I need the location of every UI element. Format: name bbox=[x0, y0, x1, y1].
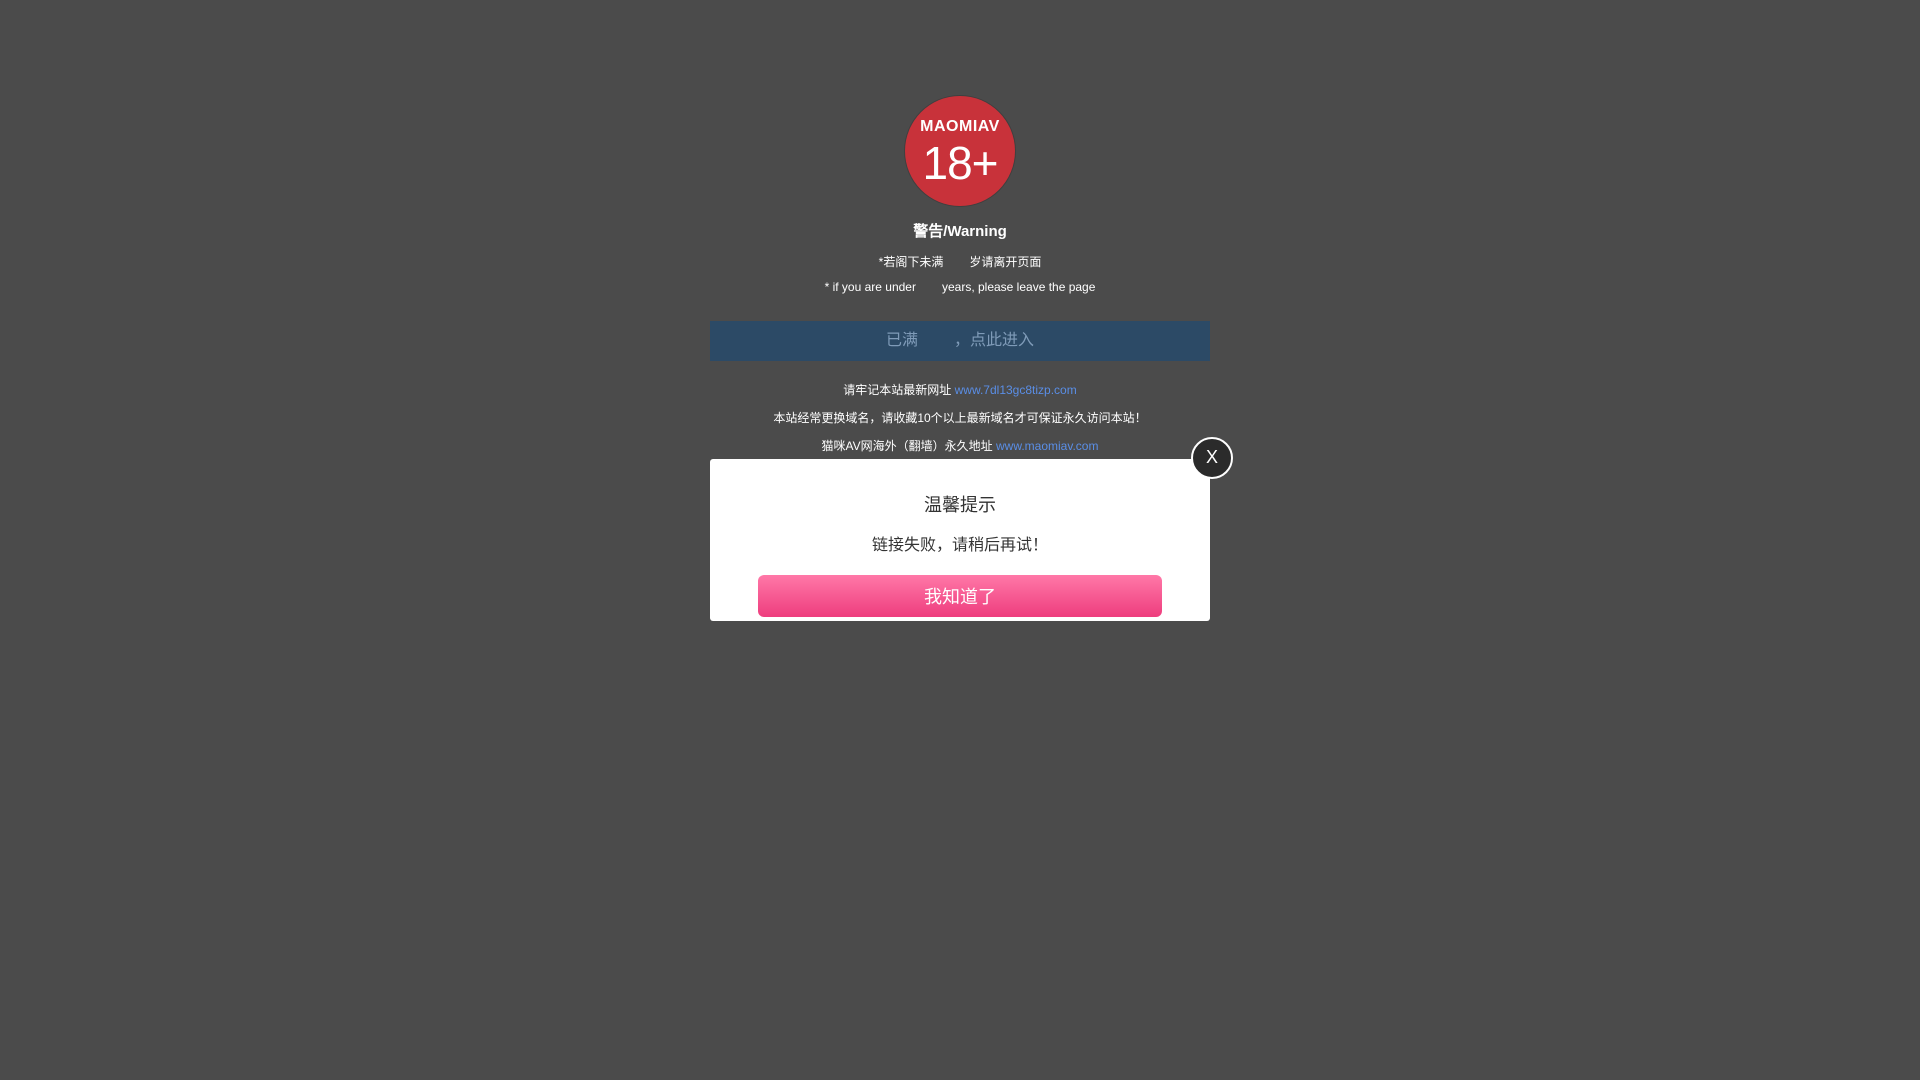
dialog-title: 温馨提示 bbox=[924, 495, 996, 515]
warning-zh-part2: 岁请离开页面 bbox=[969, 255, 1042, 269]
enter-label-part2: ，点此进入 bbox=[954, 332, 1035, 349]
latest-url-line: 请牢记本站最新网址 www.7dl13gc8tizp.com bbox=[710, 381, 1210, 398]
warning-text-zh: *若阁下未满 岁请离开页面 bbox=[710, 253, 1210, 270]
enter-site-button[interactable]: 已满 ，点此进入 bbox=[710, 321, 1210, 361]
enter-label-part1: 已满 bbox=[885, 332, 918, 349]
permanent-url-line: 猫咪AV网海外（翻墙）永久地址 www.maomiav.com bbox=[710, 437, 1210, 454]
latest-url-label: 请牢记本站最新网址 bbox=[843, 383, 952, 397]
logo-brand-text: MAOMIAV bbox=[920, 118, 1000, 135]
warning-zh-part1: *若阁下未满 bbox=[878, 255, 944, 269]
dialog-ok-button[interactable]: 我知道了 bbox=[758, 575, 1162, 617]
dialog-message: 链接失败，请稍后再试！ bbox=[871, 537, 1048, 554]
warning-text-en: * if you are under years, please leave th… bbox=[710, 280, 1210, 294]
dialog-close-button[interactable]: X bbox=[1191, 437, 1233, 479]
latest-url-link[interactable]: www.7dl13gc8tizp.com bbox=[955, 383, 1077, 397]
age-warning-panel: MAOMIAV 18+ 警告/Warning *若阁下未满 岁请离开页面 * if… bbox=[710, 96, 1210, 454]
warning-title: 警告/Warning bbox=[913, 223, 1007, 240]
alert-dialog: 温馨提示 链接失败，请稍后再试！ 我知道了 bbox=[710, 459, 1210, 621]
permanent-url-label: 猫咪AV网海外（翻墙）永久地址 bbox=[821, 439, 993, 453]
warning-en-part1: * if you are under bbox=[824, 280, 916, 294]
warning-en-part2: years, please leave the page bbox=[941, 280, 1096, 294]
logo-age-badge: 18+ bbox=[922, 137, 998, 189]
permanent-url-link[interactable]: www.maomiav.com bbox=[996, 439, 1098, 453]
domain-notice: 本站经常更换域名，请收藏10个以上最新域名才可保证永久访问本站！ bbox=[773, 411, 1147, 425]
site-logo: MAOMIAV 18+ bbox=[905, 96, 1015, 206]
age-gate-page: MAOMIAV 18+ 警告/Warning *若阁下未满 岁请离开页面 * if… bbox=[0, 0, 1920, 1080]
